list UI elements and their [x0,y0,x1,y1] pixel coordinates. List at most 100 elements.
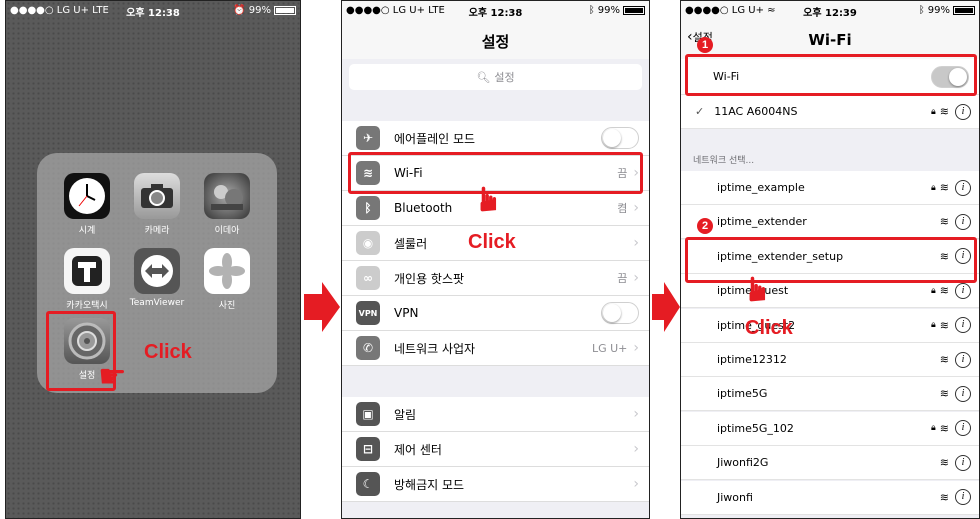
notifications-icon: ▣ [356,402,380,426]
nav-bar: 설정 [342,19,649,59]
highlight-box [685,54,977,96]
home-screen-panel: ●●●●○ LG U+ LTE 오후 12:38 ⏰ 99% 시계 카메라 이데아 [5,0,301,519]
bluetooth-status-icon: ᛒ [918,5,925,16]
click-label: Click [144,341,192,363]
airplane-toggle[interactable] [601,127,639,149]
network-row[interactable]: iptime5G_102 🔒︎ ≋ i [681,411,979,446]
wifi-panel: ●●●●○ LG U+ ≈ 오후 12:39 ᛒ99% ‹설정 Wi-Fi Wi… [680,0,980,519]
row-label: 방해금지 모드 [394,477,465,492]
camera-app[interactable]: 카메라 [127,173,187,236]
network-row[interactable]: iptime_guest2 🔒︎ ≋ i [681,308,979,343]
row-label: 에어플레인 모드 [394,131,476,146]
network-name: iptime_example [717,181,805,194]
settings-row-carrier[interactable]: ✆ 네트워크 사업자 LG U+ › [342,331,649,366]
alarm-icon: ⏰ [233,5,246,16]
step-badge: 2 [697,218,713,234]
cellular-icon: ◉ [356,231,380,255]
settings-row-vpn[interactable]: VPN VPN [342,296,649,331]
search-input[interactable]: 🔍︎ 설정 [349,64,642,90]
search-placeholder: 설정 [494,71,515,84]
info-icon[interactable]: i [955,489,971,506]
wifi-signal-icon: ≋ [939,353,949,366]
info-icon[interactable]: i [955,213,971,230]
lock-icon: 🔒︎ [930,285,936,296]
info-icon[interactable]: i [955,179,971,196]
clock-icon [64,173,110,219]
settings-row-control-center[interactable]: ⊟ 제어 센터 › [342,432,649,467]
pointing-hand-icon: ☛ [469,183,510,215]
settings-row-airplane[interactable]: ✈ 에어플레인 모드 [342,121,649,156]
status-bar: ●●●●○ LG U+ LTE 오후 12:38 ⏰ 99% [6,1,300,19]
row-label: 알림 [394,407,417,422]
settings-row-hotspot[interactable]: ∞ 개인용 핫스팟 끔 › [342,261,649,296]
app-label: 시계 [78,226,96,236]
network-name: iptime_extender [717,215,807,229]
network-row[interactable]: iptime5G ≋ i [681,377,979,412]
bluetooth-icon: ᛒ [356,196,380,220]
bluetooth-status-icon: ᛒ [588,5,595,16]
network-row[interactable]: iptime_extender ≋ i [681,205,979,240]
vpn-icon: VPN [356,301,380,325]
settings-row-notifications[interactable]: ▣ 알림 › [342,397,649,432]
app-label: 이데아 [214,226,240,236]
info-icon[interactable]: i [955,385,971,402]
wifi-signal-icon: ≋ [939,421,949,435]
kakaotaxi-app[interactable]: 카카오택시 [57,248,117,311]
info-icon[interactable]: i [955,351,971,368]
info-icon[interactable]: i [955,317,971,334]
wifi-signal-icon: ≋ [939,387,949,401]
network-row[interactable]: iptime_example 🔒︎ ≋ i [681,171,979,205]
wifi-signal-icon: ≋ [939,215,949,229]
page-title: 설정 [481,33,510,51]
click-label: Click [468,231,516,253]
photos-icon [204,248,250,294]
network-row[interactable]: Jiwonfi ≋ i [681,480,979,515]
app-label: 카카오택시 [66,301,108,311]
chevron-right-icon: › [633,270,639,286]
row-label: VPN [394,306,419,320]
lock-icon: 🔒︎ [930,106,936,117]
clock-app[interactable]: 시계 [57,173,117,236]
battery-percent: 99% [248,5,271,16]
nav-bar: ‹설정 Wi-Fi [681,19,979,59]
info-icon[interactable]: i [955,103,971,120]
game-app[interactable]: 이데아 [197,173,257,236]
chevron-right-icon: › [633,406,639,422]
status-bar: ●●●●○ LG U+ LTE 오후 12:38 ᛒ 99% [342,1,649,19]
row-label: 제어 센터 [394,442,442,457]
pointing-hand-icon: ☛ [738,273,779,305]
network-row[interactable]: Jiwonfi2G ≋ i [681,446,979,481]
info-icon[interactable]: i [955,420,971,437]
lock-icon: 🔒︎ [930,423,936,434]
control-center-icon: ⊟ [356,437,380,461]
row-value: 끔 [617,272,628,285]
network-name: iptime12312 [717,353,787,366]
battery-icon [623,6,645,15]
info-icon[interactable]: i [955,454,971,471]
info-icon[interactable]: i [955,282,971,299]
network-row[interactable]: iptime12312 ≋ i [681,343,979,377]
photos-app[interactable]: 사진 [197,248,257,311]
row-value: LG U+ [591,341,628,355]
airplane-icon: ✈ [356,126,380,150]
checkmark-icon: ✓ [695,105,705,118]
settings-row-do-not-disturb[interactable]: ☾ 방해금지 모드 › [342,467,649,502]
wifi-signal-icon: ≋ [939,318,949,332]
row-label: 네트워크 사업자 [394,341,476,356]
hotspot-icon: ∞ [356,266,380,290]
lock-icon: 🔒︎ [930,182,936,193]
wifi-signal-icon: ≋ [939,284,949,298]
connected-network-row[interactable]: ✓ 11AC A6004NS 🔒︎ ≋ i [681,95,979,129]
vpn-toggle[interactable] [601,302,639,324]
search-icon: 🔍︎ [476,70,491,84]
app-label: TeamViewer [129,298,185,308]
step-badge: 1 [697,37,713,53]
battery-percent: 99% [597,5,620,16]
battery-percent: 99% [927,5,950,16]
teamviewer-icon [134,248,180,294]
phone-icon: ✆ [356,336,380,360]
highlight-box [685,237,977,283]
click-label: Click [745,317,793,339]
network-name: iptime5G [717,387,768,401]
teamviewer-app[interactable]: TeamViewer [127,248,187,308]
